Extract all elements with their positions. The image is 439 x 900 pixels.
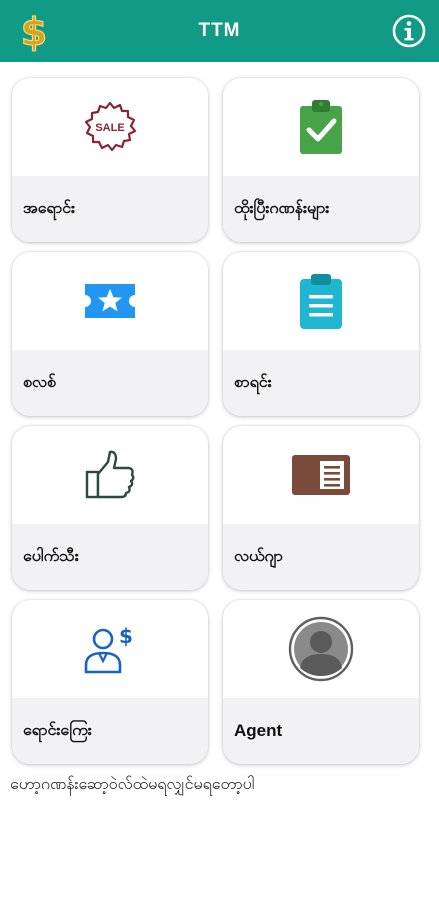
card-label-area: ထိုးပြီးဂဏန်းများ [223, 176, 419, 242]
card-label-area: လယ်ဂျာ [223, 524, 419, 590]
menu-grid: SALE အရောင်း ထိုးပြီးဂဏန်းများ စလစ် စာရင… [0, 0, 439, 900]
agent-card[interactable]: Agent [223, 600, 419, 764]
card-label-area: စလစ် [12, 350, 208, 416]
card-icon-area [12, 252, 208, 350]
svg-text:SALE: SALE [95, 122, 124, 134]
slip-card[interactable]: စလစ် [12, 252, 208, 416]
avatar-icon [288, 616, 354, 682]
thumbs-up-icon [85, 450, 135, 499]
clipboard-list-icon [300, 274, 342, 329]
entered-numbers-label: ထိုးပြီးဂဏန်းများ [234, 198, 330, 217]
card-icon-area [12, 426, 208, 524]
card-icon-area [223, 78, 419, 176]
card-icon-area: SALE [12, 78, 208, 176]
card-label-area: ရောင်းကြေး [12, 698, 208, 764]
list-card[interactable]: စာရင်း [223, 252, 419, 416]
card-label-area: ပေါက်သီး [12, 524, 208, 590]
sale-badge-icon: SALE [84, 101, 137, 152]
commission-label: ရောင်းကြေး [23, 720, 92, 739]
clipboard-check-icon [300, 100, 342, 154]
user-money-icon: $ [84, 624, 133, 674]
slip-label: စလစ် [23, 372, 56, 391]
card-icon-area [223, 600, 419, 698]
winning-number-card[interactable]: ပေါက်သီး [12, 426, 208, 590]
footer-message: ဟော့ဂဏန်းဆော့ဝဲလ်ထဲမရလျှင်မရတော့ပါ [10, 774, 255, 793]
list-label: စာရင်း [234, 372, 272, 391]
card-icon-area [223, 252, 419, 350]
agent-label: Agent [234, 721, 283, 740]
card-label-area: စာရင်း [223, 350, 419, 416]
svg-text:$: $ [119, 624, 133, 648]
ledger-label: လယ်ဂျာ [234, 546, 283, 565]
ledger-card[interactable]: လယ်ဂျာ [223, 426, 419, 590]
ticket-star-icon [85, 284, 135, 318]
sales-card[interactable]: SALE အရောင်း [12, 78, 208, 242]
winning-number-label: ပေါက်သီး [23, 546, 79, 565]
sales-label: အရောင်း [23, 198, 76, 217]
card-icon-area [223, 426, 419, 524]
ledger-card-icon [292, 455, 350, 495]
card-label-area: အရောင်း [12, 176, 208, 242]
card-icon-area: $ [12, 600, 208, 698]
entered-numbers-card[interactable]: ထိုးပြီးဂဏန်းများ [223, 78, 419, 242]
card-label-area: Agent [223, 698, 419, 764]
commission-card[interactable]: $ ရောင်းကြေး [12, 600, 208, 764]
